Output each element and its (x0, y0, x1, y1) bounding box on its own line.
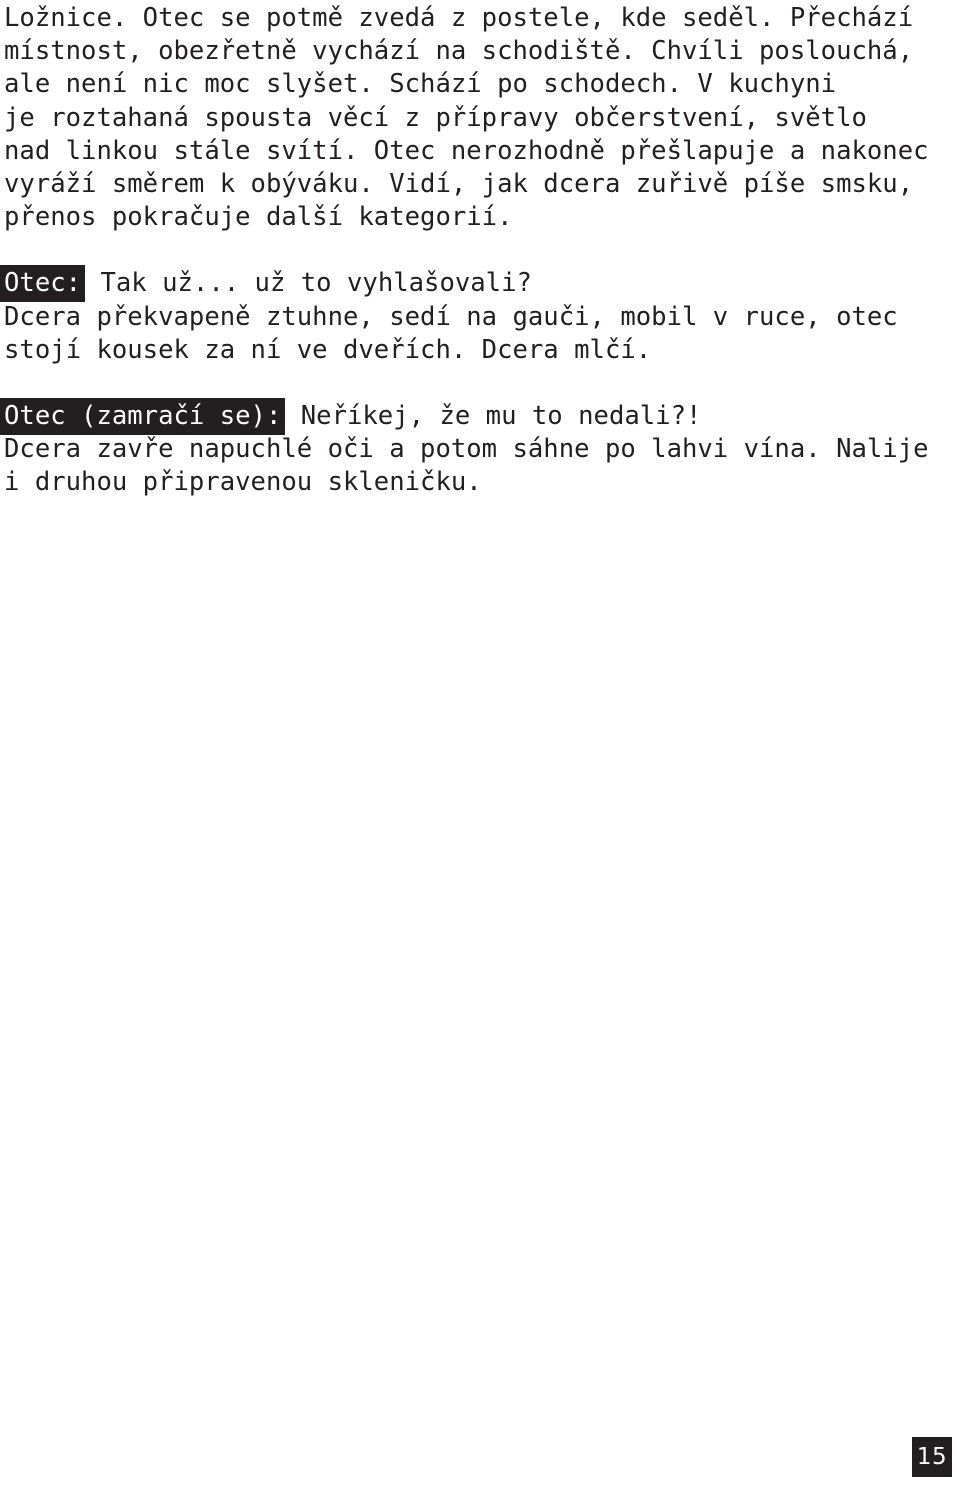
speaker-label-otec-zamraci-se: Otec (zamračí se): (0, 398, 286, 436)
narration-paragraph-1: Ložnice. Otec se potmě zvedá z postele, … (4, 3, 929, 233)
narration-paragraph-2: Dcera překvapeně ztuhne, sedí na gauči, … (4, 301, 898, 365)
speaker-label-otec: Otec: (0, 265, 86, 303)
dialogue-line-1: Otec: Tak už... už to vyhlašovali? (0, 265, 956, 303)
narration-paragraph-3: Dcera zavře napuchlé oči a potom sáhne p… (4, 434, 929, 498)
speech-text-2: Neříkej, že mu to nedali?! (285, 401, 702, 432)
dialogue-line-2: Otec (zamračí se): Neříkej, že mu to ned… (0, 398, 956, 436)
script-page: Ložnice. Otec se potmě zvedá z postele, … (0, 0, 960, 1485)
page-content: Ložnice. Otec se potmě zvedá z postele, … (0, 2, 956, 500)
page-number-badge: 15 (912, 1437, 952, 1477)
speech-text-1: Tak už... už to vyhlašovali? (85, 268, 532, 299)
